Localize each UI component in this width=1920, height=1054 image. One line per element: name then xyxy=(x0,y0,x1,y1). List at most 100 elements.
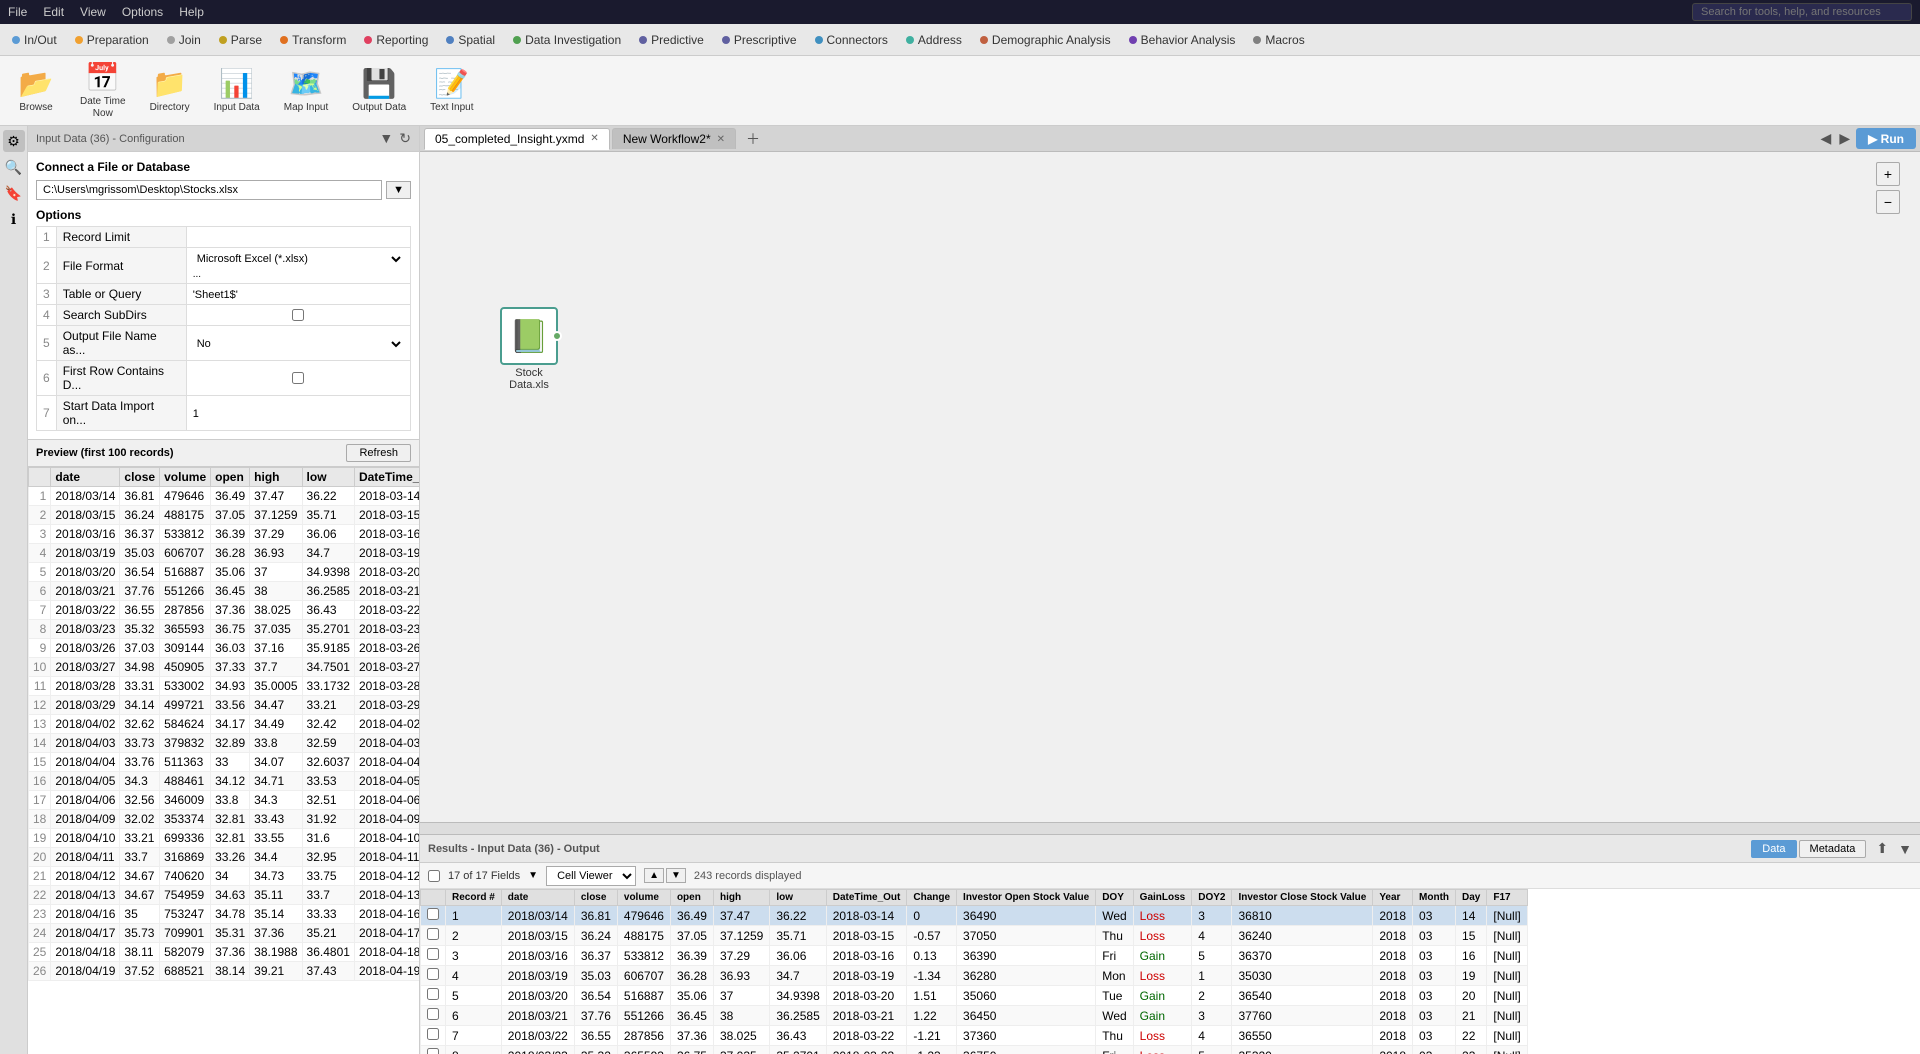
table-row[interactable]: 22018/03/1536.2448817537.0537.125935.712… xyxy=(29,506,420,525)
option-text-1[interactable] xyxy=(193,232,404,244)
table-row[interactable]: 42018/03/1935.0360670736.2836.9334.72018… xyxy=(29,544,420,563)
sort-desc-button[interactable]: ▼ xyxy=(666,868,686,883)
list-item[interactable]: 42018/03/1935.0360670736.2836.9334.72018… xyxy=(421,966,1528,986)
results-col-12[interactable]: DOY2 xyxy=(1192,890,1232,906)
table-row[interactable]: 82018/03/2335.3236559336.7537.03535.2701… xyxy=(29,620,420,639)
outputdata-button[interactable]: 💾 Output Data xyxy=(344,63,414,118)
toolbar-demographic[interactable]: Demographic Analysis xyxy=(972,31,1119,49)
file-browse-button[interactable]: ▼ xyxy=(386,181,411,199)
table-row[interactable]: 152018/04/0433.765113633334.0732.6037201… xyxy=(29,753,420,772)
side-icon-search[interactable]: 🔍 xyxy=(3,156,25,178)
side-icon-info[interactable]: ℹ xyxy=(3,208,25,230)
select-all-checkbox[interactable] xyxy=(428,870,440,882)
toolbar-parse[interactable]: Parse xyxy=(211,31,270,49)
metadata-tab-button[interactable]: Metadata xyxy=(1799,840,1867,858)
option-select-5[interactable]: No xyxy=(193,337,404,351)
textinput-button[interactable]: 📝 Text Input xyxy=(422,63,481,118)
toolbar-behavior[interactable]: Behavior Analysis xyxy=(1121,31,1244,49)
fields-dropdown-arrow[interactable]: ▼ xyxy=(528,870,538,881)
results-col-4[interactable]: open xyxy=(670,890,713,906)
results-expand-icon[interactable]: ⬆ xyxy=(1876,840,1888,857)
list-item[interactable]: 82018/03/2335.3236559336.7537.03535.2701… xyxy=(421,1046,1528,1054)
row-checkbox-2[interactable] xyxy=(427,948,439,960)
table-row[interactable]: 92018/03/2637.0330914436.0337.1635.91852… xyxy=(29,639,420,658)
results-col-0[interactable]: Record # xyxy=(446,890,502,906)
list-item[interactable]: 22018/03/1536.2448817537.0537.125935.712… xyxy=(421,926,1528,946)
table-row[interactable]: 192018/04/1033.2169933632.8133.5531.6201… xyxy=(29,829,420,848)
list-item[interactable]: 72018/03/2236.5528785637.3638.02536.4320… xyxy=(421,1026,1528,1046)
table-row[interactable]: 72018/03/2236.5528785637.3638.02536.4320… xyxy=(29,601,420,620)
table-row[interactable]: 32018/03/1636.3753381236.3937.2936.06201… xyxy=(29,525,420,544)
table-row[interactable]: 242018/04/1735.7370990135.3137.3635.2120… xyxy=(29,924,420,943)
table-row[interactable]: 132018/04/0232.6258462434.1734.4932.4220… xyxy=(29,715,420,734)
results-col-15[interactable]: Month xyxy=(1413,890,1456,906)
row-checkbox-0[interactable] xyxy=(427,908,439,920)
sort-asc-button[interactable]: ▲ xyxy=(644,868,664,883)
list-item[interactable]: 52018/03/2036.5451688735.063734.93982018… xyxy=(421,986,1528,1006)
table-row[interactable]: 102018/03/2734.9845090537.3337.734.75012… xyxy=(29,658,420,677)
toolbar-transform[interactable]: Transform xyxy=(272,31,354,49)
stock-node[interactable]: 📗 StockData.xls xyxy=(500,307,558,391)
table-row[interactable]: 262018/04/1937.5268852138.1439.2137.4320… xyxy=(29,962,420,981)
menu-help[interactable]: Help xyxy=(179,5,204,19)
results-col-1[interactable]: date xyxy=(501,890,574,906)
run-button[interactable]: ▶ Run xyxy=(1856,128,1916,149)
data-tab-button[interactable]: Data xyxy=(1751,840,1796,858)
table-row[interactable]: 162018/04/0534.348846134.1234.7133.53201… xyxy=(29,772,420,791)
row-checkbox-1[interactable] xyxy=(427,928,439,940)
list-item[interactable]: 32018/03/1636.3753381236.3937.2936.06201… xyxy=(421,946,1528,966)
directory-button[interactable]: 📁 Directory xyxy=(142,63,198,118)
menu-edit[interactable]: Edit xyxy=(43,5,64,19)
option-select-2[interactable]: Microsoft Excel (*.xlsx) xyxy=(193,252,404,266)
side-icon-bookmark[interactable]: 🔖 xyxy=(3,182,25,204)
results-col-11[interactable]: GainLoss xyxy=(1133,890,1192,906)
file-path-input[interactable] xyxy=(36,180,382,200)
option-text-7[interactable] xyxy=(193,408,404,420)
preview-table-container[interactable]: dateclosevolumeopenhighlowDateTime_Out 1… xyxy=(28,467,419,1054)
toolbar-prescriptive[interactable]: Prescriptive xyxy=(714,31,805,49)
inputdata-button[interactable]: 📊 Input Data xyxy=(206,63,268,118)
results-col-8[interactable]: Change xyxy=(907,890,957,906)
results-col-9[interactable]: Investor Open Stock Value xyxy=(957,890,1096,906)
tab-add-button[interactable]: ＋ xyxy=(738,127,768,151)
results-table-container[interactable]: Record #dateclosevolumeopenhighlowDateTi… xyxy=(420,889,1920,1054)
row-checkbox-7[interactable] xyxy=(427,1048,439,1054)
row-checkbox-4[interactable] xyxy=(427,988,439,1000)
table-row[interactable]: 122018/03/2934.1449972133.5634.4733.2120… xyxy=(29,696,420,715)
results-col-6[interactable]: low xyxy=(770,890,826,906)
list-item[interactable]: 62018/03/2137.7655126636.453836.25852018… xyxy=(421,1006,1528,1026)
toolbar-predictive[interactable]: Predictive xyxy=(631,31,712,49)
toolbar-spatial[interactable]: Spatial xyxy=(438,31,503,49)
cell-viewer-select[interactable]: Cell Viewer xyxy=(546,866,636,886)
table-row[interactable]: 212018/04/1234.677406203434.7333.752018-… xyxy=(29,867,420,886)
row-checkbox-6[interactable] xyxy=(427,1028,439,1040)
results-col-7[interactable]: DateTime_Out xyxy=(826,890,907,906)
list-item[interactable]: 12018/03/1436.8147964636.4937.4736.22201… xyxy=(421,906,1528,926)
table-row[interactable]: 202018/04/1133.731686933.2634.432.952018… xyxy=(29,848,420,867)
results-col-2[interactable]: close xyxy=(574,890,617,906)
results-col-3[interactable]: volume xyxy=(617,890,670,906)
mapinput-button[interactable]: 🗺️ Map Input xyxy=(276,63,336,118)
results-col-17[interactable]: F17 xyxy=(1487,890,1527,906)
table-row[interactable]: 172018/04/0632.5634600933.834.332.512018… xyxy=(29,791,420,810)
row-checkbox-5[interactable] xyxy=(427,1008,439,1020)
side-icon-tools[interactable]: ⚙ xyxy=(3,130,25,152)
menu-view[interactable]: View xyxy=(80,5,106,19)
toolbar-datainvestigation[interactable]: Data Investigation xyxy=(505,31,629,49)
table-row[interactable]: 252018/04/1838.1158207937.3638.198836.48… xyxy=(29,943,420,962)
tab-newworkflow-close[interactable]: ✕ xyxy=(717,134,725,145)
zoom-in-button[interactable]: + xyxy=(1876,162,1900,186)
table-row[interactable]: 182018/04/0932.0235337432.8133.4331.9220… xyxy=(29,810,420,829)
option-checkbox-6[interactable] xyxy=(292,372,304,384)
browse-button[interactable]: 📂 Browse xyxy=(8,63,64,118)
tab-completed-close[interactable]: ✕ xyxy=(590,133,598,144)
table-row[interactable]: 142018/04/0333.7337983232.8933.832.59201… xyxy=(29,734,420,753)
table-row[interactable]: 112018/03/2833.3153300234.9335.000533.17… xyxy=(29,677,420,696)
menu-file[interactable]: File xyxy=(8,5,27,19)
menu-options[interactable]: Options xyxy=(122,5,163,19)
tab-completed[interactable]: 05_completed_Insight.yxmd ✕ xyxy=(424,128,610,150)
canvas-hscroll[interactable] xyxy=(420,822,1920,834)
results-col-5[interactable]: high xyxy=(713,890,769,906)
zoom-out-button[interactable]: − xyxy=(1876,190,1900,214)
canvas-area[interactable]: 📗 StockData.xls + − xyxy=(420,152,1920,822)
